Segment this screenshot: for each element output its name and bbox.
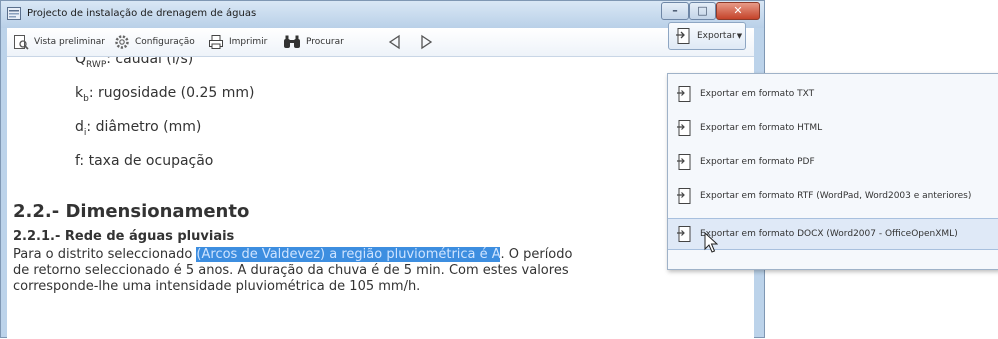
dropdown-arrow-icon: ▼: [736, 32, 743, 40]
mouse-pointer-icon: [704, 232, 718, 253]
d-definition: di: diâmetro (mm): [75, 119, 201, 138]
k-definition: kb: rugosidade (0.25 mm): [75, 85, 255, 104]
close-icon: ✕: [733, 4, 743, 17]
maximize-icon: □: [697, 4, 708, 17]
export-icon: [677, 120, 691, 136]
config-button[interactable]: Configuração: [114, 33, 195, 51]
triangle-right-icon: [421, 34, 433, 50]
paragraph-text: . O período: [500, 247, 573, 262]
export-icon: [676, 28, 690, 44]
menu-item-label: Exportar em formato HTML: [700, 123, 823, 133]
menu-item-label: Exportar em formato PDF: [700, 157, 815, 167]
toolbar: Vista preliminar Configuração Imprimir P…: [7, 28, 754, 57]
preview-icon: [14, 35, 29, 50]
previous-page-button[interactable]: [388, 33, 407, 51]
export-icon: [677, 154, 691, 170]
q-symbol: Q: [75, 57, 87, 67]
export-icon: [677, 226, 691, 242]
minimize-button[interactable]: –: [661, 2, 689, 20]
next-page-button[interactable]: [419, 33, 438, 51]
app-window: Projecto de instalação de drenagem de ág…: [0, 0, 765, 339]
search-label: Procurar: [306, 37, 344, 47]
paragraph-line-1: Para o distrito seleccionado (Arcos de V…: [13, 247, 572, 262]
section-heading: 2.2.- Dimensionamento: [13, 201, 250, 222]
window-title: Projecto de instalação de drenagem de ág…: [27, 8, 257, 19]
close-button[interactable]: ✕: [716, 2, 760, 20]
d-symbol: d: [75, 119, 84, 135]
subsection-heading: 2.2.1.- Rede de águas pluviais: [13, 229, 235, 244]
minimize-icon: –: [672, 4, 678, 17]
export-icon: [677, 86, 691, 102]
search-button[interactable]: Procurar: [283, 33, 344, 51]
menu-item-export-txt[interactable]: Exportar em formato TXT: [668, 78, 998, 110]
report-icon: [7, 7, 21, 20]
menu-item-label: Exportar em formato TXT: [700, 89, 815, 99]
maximize-button[interactable]: □: [689, 2, 716, 20]
binoculars-icon: [284, 35, 300, 48]
k-symbol: k: [75, 85, 84, 101]
f-definition: f: taxa de ocupação: [75, 153, 214, 169]
q-definition: QRWP: caudal (l/s): [75, 57, 193, 70]
report-content[interactable]: QRWP: caudal (l/s) kb: rugosidade (0.25 …: [7, 57, 754, 339]
config-label: Configuração: [135, 37, 195, 47]
printer-icon: [209, 35, 223, 49]
preview-button[interactable]: Vista preliminar: [13, 33, 105, 51]
q-subscript: RWP: [86, 59, 107, 70]
gear-icon: [115, 35, 129, 49]
paragraph-line-3: corresponde-lhe uma intensidade pluviomé…: [13, 279, 421, 294]
preview-label: Vista preliminar: [34, 37, 105, 47]
export-label: Exportar: [697, 31, 736, 41]
export-icon: [677, 188, 691, 204]
print-button[interactable]: Imprimir: [208, 33, 267, 51]
print-label: Imprimir: [229, 37, 268, 47]
menu-item-label: Exportar em formato RTF (WordPad, Word20…: [700, 191, 972, 201]
paragraph-text: Para o distrito seleccionado: [13, 247, 197, 262]
menu-item-label: Exportar em formato DOCX (Word2007 - Off…: [700, 229, 958, 239]
menu-item-export-pdf[interactable]: Exportar em formato PDF: [668, 146, 998, 178]
q-description: : caudal (l/s): [106, 57, 194, 67]
selected-text[interactable]: (Arcos de Valdevez) a região pluviométri…: [196, 247, 501, 262]
d-description: : diâmetro (mm): [86, 119, 202, 135]
menu-item-export-rtf[interactable]: Exportar em formato RTF (WordPad, Word20…: [668, 180, 998, 212]
title-bar[interactable]: Projecto de instalação de drenagem de ág…: [1, 1, 764, 28]
k-description: : rugosidade (0.25 mm): [88, 85, 255, 101]
menu-item-export-html[interactable]: Exportar em formato HTML: [668, 112, 998, 144]
triangle-left-icon: [388, 34, 400, 50]
paragraph-line-2: de retorno seleccionado é 5 anos. A dura…: [13, 263, 569, 278]
export-dropdown-button[interactable]: Exportar ▼: [668, 22, 746, 50]
